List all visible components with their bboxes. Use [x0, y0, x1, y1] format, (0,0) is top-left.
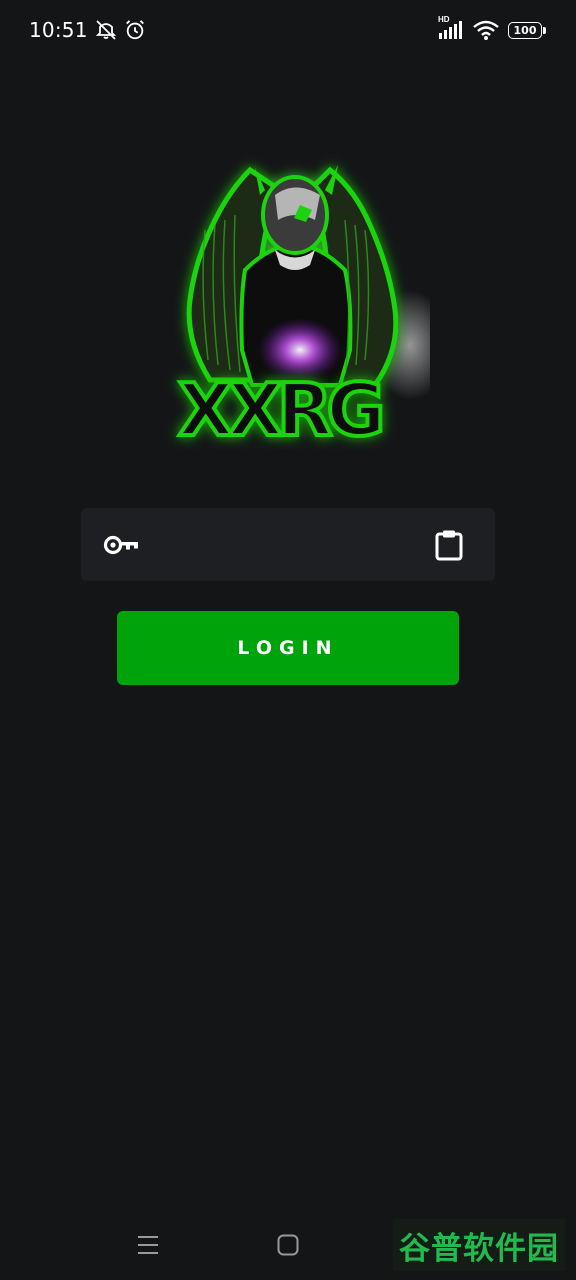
key-icon: [103, 533, 141, 557]
status-right: HD 100: [438, 15, 546, 41]
watermark: 谷普软件园: [393, 1219, 565, 1271]
app-logo: XXRG: [160, 150, 450, 454]
key-field[interactable]: [81, 508, 495, 581]
login-button[interactable]: LOGIN: [117, 611, 459, 685]
status-left: 10:51: [29, 18, 146, 42]
status-time: 10:51: [29, 18, 88, 42]
login-screen: 10:51 HD 100 XXRG LOGIN 谷普软件园: [0, 0, 576, 1280]
key-input[interactable]: [141, 508, 435, 581]
alarm-icon: [124, 19, 146, 41]
signal-icon: HD: [438, 15, 464, 41]
network-label: HD: [438, 15, 450, 24]
status-bar: 10:51 HD 100: [0, 0, 576, 60]
paste-icon[interactable]: [435, 529, 463, 561]
home-icon[interactable]: [268, 1225, 308, 1265]
logo-text: XXRG: [178, 368, 380, 450]
wifi-icon: [472, 19, 500, 41]
battery-icon: 100: [508, 21, 546, 39]
menu-icon[interactable]: [128, 1225, 168, 1265]
vibrate-off-icon: [94, 18, 118, 42]
battery-level: 100: [513, 23, 537, 37]
